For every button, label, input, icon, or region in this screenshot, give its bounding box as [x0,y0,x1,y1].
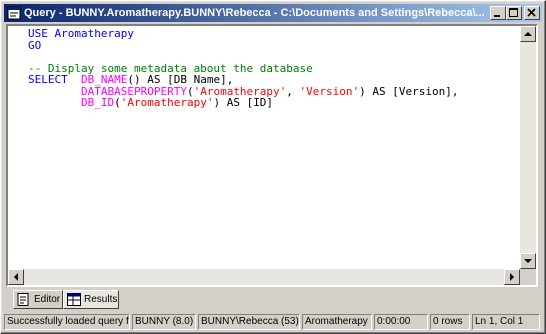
results-tab-icon [67,293,81,306]
scroll-up-icon [524,32,532,36]
close-icon [527,8,536,17]
minimize-icon [494,15,500,17]
tab-results[interactable]: Results [63,290,119,309]
tab-editor[interactable]: Editor [13,290,63,309]
status-message: Successfully loaded query fil [4,314,130,330]
scroll-left-icon [14,273,18,281]
title-bar[interactable]: Query - BUNNY.Aromatherapy.BUNNY\Rebecca… [4,4,542,22]
code-line-2: GO [28,38,42,52]
code-line-5-comma: , [286,84,300,98]
query-editor[interactable]: USE Aromatherapy GO -- Display some meta… [6,24,538,287]
vertical-scrollbar[interactable] [520,26,536,269]
scroll-right-button[interactable] [504,269,520,285]
scrollbar-corner [520,269,536,285]
scroll-right-icon [510,273,514,281]
horizontal-scrollbar[interactable] [8,269,520,285]
db-id-function: DB_ID [80,96,115,109]
status-elapsed-time: 0:00:00 [374,314,428,330]
code-line-5-rest: ) AS [Version], [359,84,459,98]
scroll-down-button[interactable] [520,253,536,269]
maximize-icon [509,8,518,17]
code-line-6-paren: ( [114,96,121,109]
scroll-left-button[interactable] [8,269,24,285]
scroll-down-icon [524,259,532,263]
query-window: Query - BUNNY.Aromatherapy.BUNNY\Rebecca… [0,0,546,334]
status-database: Aromatherapy [302,314,372,330]
tab-results-label: Results [84,294,118,305]
maximize-button[interactable] [506,6,522,20]
status-bar: Successfully loaded query fil BUNNY (8.0… [4,314,542,330]
tab-editor-label: Editor [34,294,61,305]
minimize-button[interactable] [490,6,506,20]
window-title: Query - BUNNY.Aromatherapy.BUNNY\Rebecca… [24,7,485,19]
status-server: BUNNY (8.0) [132,314,196,330]
code-line-1: USE Aromatherapy [28,27,134,40]
close-button[interactable] [524,6,540,20]
select-keyword: SELECT [28,73,68,86]
scroll-up-button[interactable] [520,26,536,42]
code-line-6-rest: ) AS [ID] [213,96,274,109]
query-window-icon [7,6,21,20]
string-version: 'Version' [299,84,360,98]
editor-tab-icon [17,293,29,306]
status-cursor-position: Ln 1, Col 1 [472,314,540,330]
status-row-count: 0 rows [430,314,470,330]
string-aromatherapy-2: 'Aromatherapy' [120,96,214,109]
sql-code[interactable]: USE Aromatherapy GO -- Display some meta… [28,28,459,109]
status-user: BUNNY\Rebecca (53) [198,314,300,330]
